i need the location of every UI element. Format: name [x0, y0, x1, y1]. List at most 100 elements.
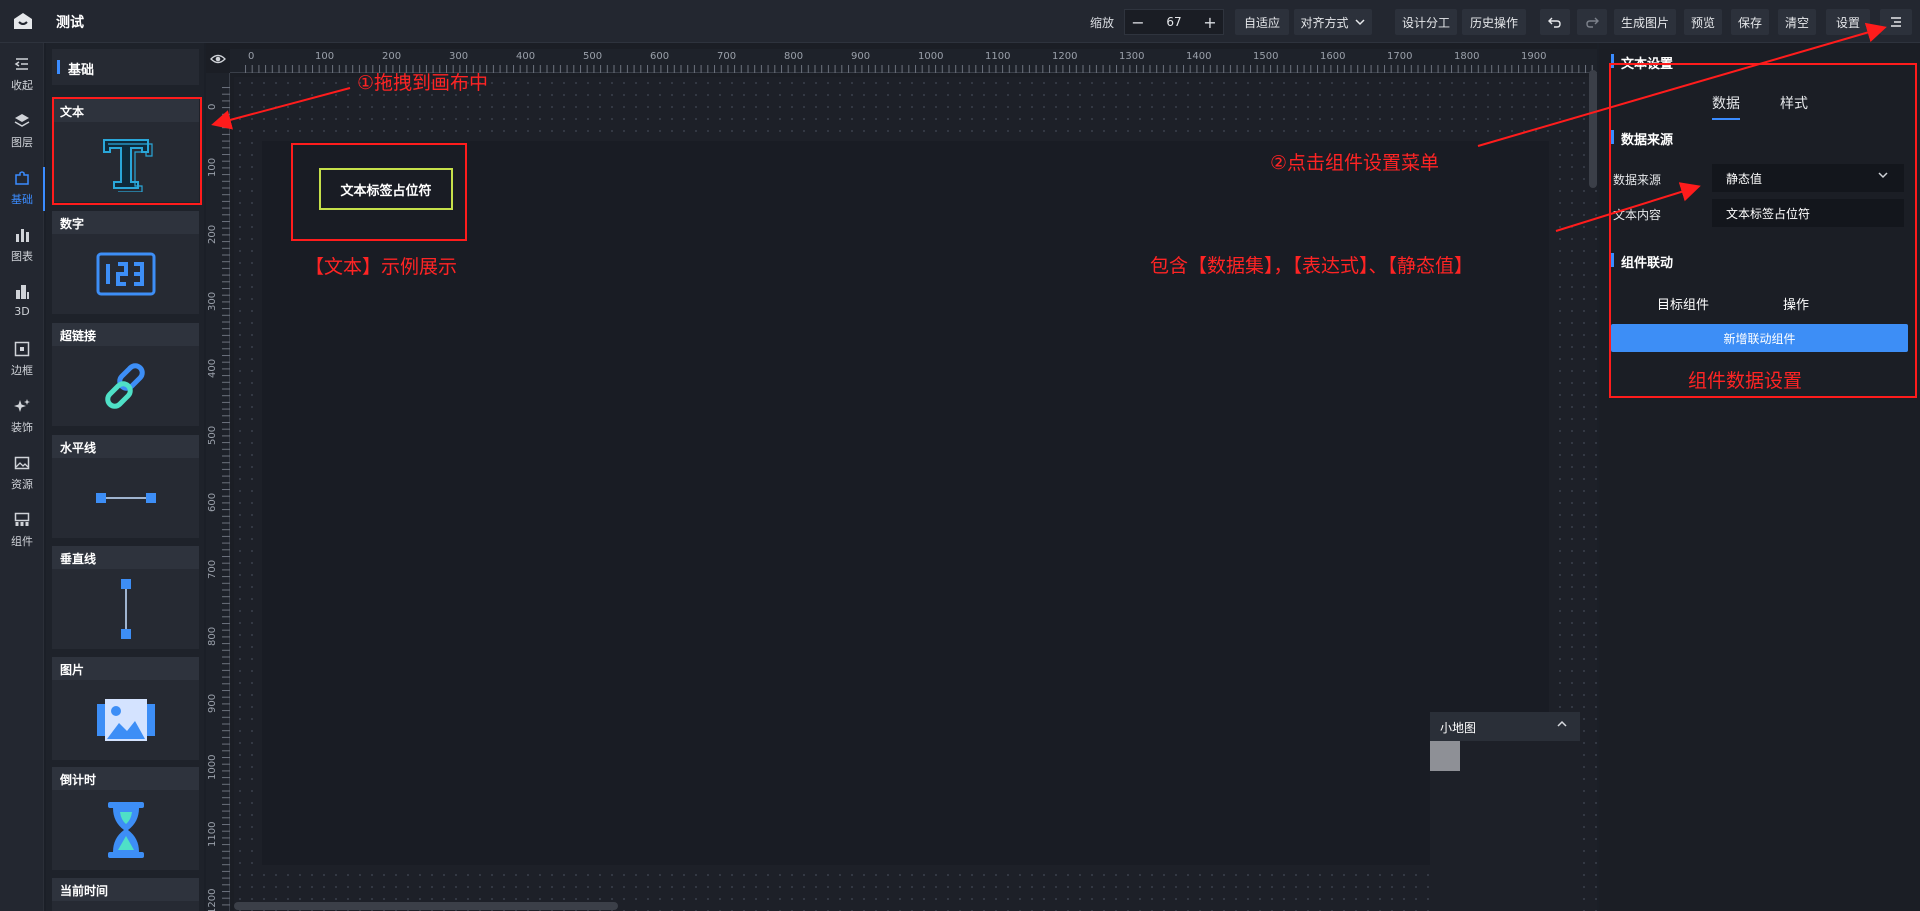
clear-button[interactable]: 清空: [1778, 9, 1816, 35]
minimap-header: 小地图: [1430, 712, 1580, 741]
panel-title: 基础: [68, 63, 95, 78]
image-icon: [14, 456, 30, 470]
rail-item-collapse[interactable]: 收起: [0, 47, 44, 101]
rail-label: 图表: [11, 250, 33, 263]
zoom-in-button[interactable]: +: [1197, 13, 1223, 32]
horizontal-line-icon: [95, 493, 156, 503]
ruler-tick-label: 1600: [1320, 51, 1346, 62]
ruler-vertical: 0 100 200 300 400 500 600 700 800 900 1000 1100 1200: [206, 73, 230, 911]
generate-image-button[interactable]: 生成图片: [1614, 9, 1676, 35]
menu-icon: [1891, 17, 1901, 27]
ruler-tick-label: 1800: [1454, 51, 1480, 62]
ruler-tick-label: 800: [207, 626, 218, 646]
redo-button[interactable]: [1577, 9, 1607, 35]
vertical-line-icon: [120, 579, 131, 639]
ruler-tick-label: 900: [207, 693, 218, 713]
rail-label: 装饰: [11, 421, 33, 434]
ruler-tick-label: 1000: [918, 51, 944, 62]
zoom-out-button[interactable]: −: [1125, 13, 1151, 32]
align-dropdown-button[interactable]: 对齐方式: [1294, 9, 1372, 35]
horizontal-scrollbar[interactable]: [234, 902, 618, 910]
rail-item-charts[interactable]: 图表: [0, 218, 44, 272]
rail-label: 收起: [11, 79, 33, 92]
rail-item-components[interactable]: 组件: [0, 503, 44, 557]
building-icon: [16, 285, 29, 299]
rail-label: 组件: [11, 535, 33, 548]
minimap: 小地图: [1430, 712, 1580, 911]
component-card-title: 数字: [52, 211, 199, 234]
component-card-countdown[interactable]: 倒计时: [52, 767, 199, 870]
component-card-number[interactable]: 数字: [52, 211, 199, 314]
component-card-title: 图片: [52, 657, 199, 680]
annotation-box-palette: [52, 97, 202, 205]
annotation-example-hint: 【文本】示例展示: [305, 256, 458, 278]
ruler-tick-label: 1100: [207, 821, 218, 847]
rail-item-layers[interactable]: 图层: [0, 104, 44, 158]
preview-button[interactable]: 预览: [1684, 9, 1722, 35]
ruler-tick-label: 400: [516, 51, 536, 62]
ruler-tick-label: 800: [784, 51, 804, 62]
chevron-down-icon: [1354, 19, 1365, 26]
annotation-box-settings: [1609, 63, 1917, 398]
ruler-tick-label: 600: [207, 492, 218, 512]
canvas-screen[interactable]: [262, 141, 1549, 865]
component-settings-menu-button[interactable]: [1880, 9, 1912, 35]
top-toolbar: 测试 缩放 − 67 + 自适应 对齐方式 设计分工 历史操作 生成图片 预览 …: [0, 0, 1920, 43]
vertical-scrollbar[interactable]: [1589, 70, 1597, 188]
settings-button[interactable]: 设置: [1826, 9, 1870, 35]
ruler-tick-label: 1500: [1253, 51, 1279, 62]
rail-item-decorations[interactable]: 装饰: [0, 389, 44, 443]
ruler-tick-label: 700: [717, 51, 737, 62]
component-card-title: 超链接: [52, 323, 199, 346]
rail-label: 3D: [14, 305, 30, 318]
undo-button[interactable]: [1540, 9, 1570, 35]
ruler-tick-label: 200: [382, 51, 402, 62]
ruler-tick-label: 0: [248, 51, 255, 62]
history-button[interactable]: 历史操作: [1462, 9, 1526, 35]
component-card-hline[interactable]: 水平线: [52, 435, 199, 538]
ruler-tick-label: 1900: [1521, 51, 1547, 62]
layers-icon: [14, 114, 30, 127]
component-card-title: 倒计时: [52, 767, 199, 790]
component-card-current-time[interactable]: 当前时间: [52, 878, 199, 911]
bar-chart-icon: [16, 229, 29, 242]
ruler-tick-label: 400: [207, 358, 218, 378]
component-card-vline[interactable]: 垂直线: [52, 546, 199, 649]
rail-item-borders[interactable]: 边框: [0, 332, 44, 386]
minimap-viewport[interactable]: [1430, 741, 1460, 771]
ruler-tick-label: 0: [207, 103, 218, 110]
collapse-icon: [14, 58, 28, 70]
rail-label: 资源: [11, 478, 33, 491]
chevron-up-icon[interactable]: [1556, 718, 1568, 730]
zoom-value[interactable]: 67: [1151, 15, 1197, 29]
component-card-title: 水平线: [52, 435, 199, 458]
save-button[interactable]: 保存: [1731, 9, 1769, 35]
minimap-title: 小地图: [1440, 721, 1477, 735]
home-logo-icon[interactable]: [12, 10, 34, 32]
zoom-control: − 67 +: [1124, 9, 1224, 35]
ruler-tick-label: 300: [449, 51, 469, 62]
ruler-tick-label: 1300: [1119, 51, 1145, 62]
rail-item-resources[interactable]: 资源: [0, 446, 44, 500]
rail-item-basic[interactable]: 基础: [0, 161, 45, 215]
design-division-button[interactable]: 设计分工: [1395, 9, 1457, 35]
ruler-tick-label: 1400: [1186, 51, 1212, 62]
border-icon: [14, 341, 30, 357]
fit-screen-button[interactable]: 自适应: [1235, 9, 1289, 35]
chain-link-icon: [104, 363, 145, 409]
ruler-tick-label: 1000: [207, 754, 218, 780]
eye-icon[interactable]: [210, 51, 226, 67]
ruler-tick-label: 1200: [1052, 51, 1078, 62]
ruler-tick-label: 900: [851, 51, 871, 62]
ruler-tick-label: 500: [207, 425, 218, 445]
rail-item-3d[interactable]: 3D: [0, 275, 44, 329]
panel-header: 基础: [52, 49, 199, 85]
component-card-link[interactable]: 超链接: [52, 323, 199, 426]
annotation-source-hint: 包含【数据集】，【表达式】、【静态值】: [1150, 255, 1474, 277]
component-card-image[interactable]: 图片: [52, 657, 199, 760]
align-label: 对齐方式: [1300, 15, 1349, 30]
ruler-tick-label: 500: [583, 51, 603, 62]
sparkle-icon: [14, 399, 30, 412]
ruler-tick-label: 300: [207, 291, 218, 311]
app-title: 测试: [56, 15, 84, 31]
